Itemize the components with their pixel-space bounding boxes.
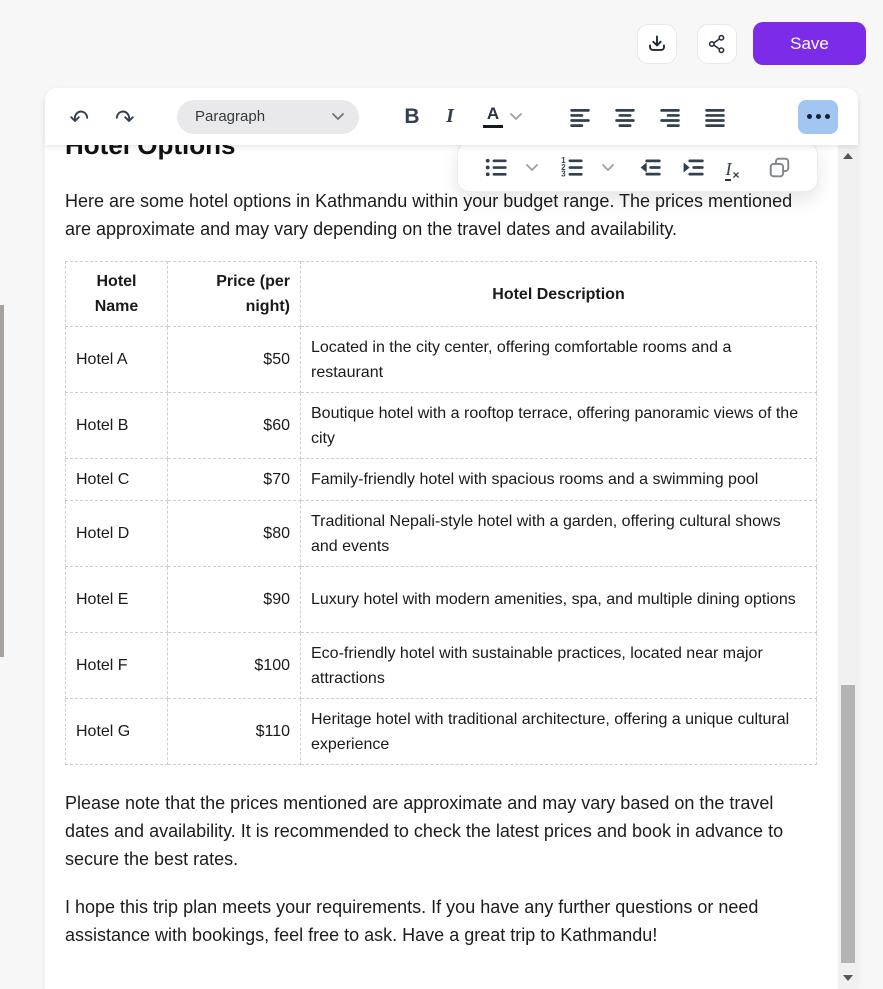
- undo-button[interactable]: [68, 105, 92, 129]
- table-row: Hotel A $50 Located in the city center, …: [66, 327, 817, 393]
- align-left-icon: [567, 104, 593, 130]
- chevron-down-icon: [331, 111, 345, 122]
- save-button[interactable]: Save: [753, 22, 866, 65]
- cell-description: Located in the city center, offering com…: [301, 327, 817, 393]
- redo-icon: [112, 105, 136, 129]
- bold-icon: B: [404, 105, 419, 129]
- download-icon: [645, 32, 669, 56]
- cell-hotel-name: Hotel D: [66, 501, 168, 567]
- intro-paragraph: Here are some hotel options in Kathmandu…: [65, 187, 817, 243]
- table-row: Hotel C $70 Family-friendly hotel with s…: [66, 459, 817, 501]
- toolbar-overflow-panel: 1 2 3: [457, 142, 818, 192]
- numbered-list-icon: 1 2 3: [559, 154, 586, 181]
- editor-toolbar: Paragraph B I A: [45, 88, 858, 145]
- italic-button[interactable]: I: [439, 102, 461, 132]
- scrollbar-thumb[interactable]: [841, 685, 855, 963]
- align-left-button[interactable]: [567, 104, 593, 130]
- cell-hotel-name: Hotel E: [66, 567, 168, 633]
- bulleted-list-button[interactable]: [483, 154, 510, 181]
- font-color-icon: A: [487, 105, 499, 122]
- numbered-list-button[interactable]: 1 2 3: [559, 154, 586, 181]
- table-row: Hotel G $110 Heritage hotel with traditi…: [66, 699, 817, 765]
- outdent-icon: [637, 154, 664, 181]
- vertical-scrollbar[interactable]: [838, 145, 858, 989]
- justify-button[interactable]: [702, 104, 728, 130]
- outdent-button[interactable]: [637, 154, 664, 181]
- chevron-down-icon: [509, 111, 523, 122]
- document-editing-area[interactable]: Hotel Options Here are some hotel option…: [45, 88, 838, 989]
- paragraph-style-label: Paragraph: [195, 108, 331, 125]
- table-row: Hotel D $80 Traditional Nepali-style hot…: [66, 501, 817, 567]
- chevron-down-icon: [525, 162, 539, 173]
- table-header-row: Hotel Name Price (per night) Hotel Descr…: [66, 262, 817, 327]
- table-row: Hotel E $90 Luxury hotel with modern ame…: [66, 567, 817, 633]
- undo-icon: [68, 105, 92, 129]
- chevron-down-icon: [601, 162, 615, 173]
- table-row: Hotel F $100 Eco-friendly hotel with sus…: [66, 633, 817, 699]
- paragraph-style-dropdown[interactable]: Paragraph: [177, 100, 359, 134]
- cell-description: Boutique hotel with a rooftop terrace, o…: [301, 393, 817, 459]
- cell-description: Heritage hotel with traditional architec…: [301, 699, 817, 765]
- copy-icon: [766, 154, 793, 181]
- remove-format-icon: I×: [725, 160, 739, 181]
- bulleted-list-icon: [483, 154, 510, 181]
- align-center-icon: [612, 104, 638, 130]
- redo-button[interactable]: [112, 105, 136, 129]
- font-color-button[interactable]: A: [483, 105, 503, 128]
- cell-description: Family-friendly hotel with spacious room…: [301, 459, 817, 501]
- editor-card: Hotel Options Here are some hotel option…: [45, 88, 858, 989]
- cell-description: Traditional Nepali-style hotel with a ga…: [301, 501, 817, 567]
- cell-description: Eco-friendly hotel with sustainable prac…: [301, 633, 817, 699]
- scroll-up-arrow[interactable]: [843, 153, 853, 159]
- copy-button[interactable]: [766, 154, 793, 181]
- indent-button[interactable]: [680, 154, 707, 181]
- indent-icon: [680, 154, 707, 181]
- closing-paragraph: I hope this trip plan meets your require…: [65, 893, 817, 949]
- cell-description: Luxury hotel with modern amenities, spa,…: [301, 567, 817, 633]
- cell-hotel-name: Hotel C: [66, 459, 168, 501]
- column-header-hotel-name: Hotel Name: [66, 262, 168, 327]
- hotel-options-table: Hotel Name Price (per night) Hotel Descr…: [65, 261, 817, 765]
- scroll-down-arrow[interactable]: [843, 975, 853, 981]
- background-window-edge: [0, 305, 4, 657]
- remove-format-button[interactable]: I×: [719, 154, 746, 181]
- share-button[interactable]: [697, 24, 737, 64]
- italic-icon: I: [446, 105, 454, 128]
- align-center-button[interactable]: [612, 104, 638, 130]
- align-right-button[interactable]: [657, 104, 683, 130]
- svg-text:3: 3: [561, 169, 566, 178]
- numbered-list-dropdown-arrow[interactable]: [594, 154, 621, 181]
- column-header-price: Price (per night): [168, 262, 301, 327]
- share-icon: [705, 32, 729, 56]
- note-paragraph: Please note that the prices mentioned ar…: [65, 789, 817, 873]
- cell-price: $100: [168, 633, 301, 699]
- column-header-description: Hotel Description: [301, 262, 817, 327]
- cell-hotel-name: Hotel B: [66, 393, 168, 459]
- cell-price: $50: [168, 327, 301, 393]
- justify-icon: [702, 104, 728, 130]
- more-button[interactable]: [798, 100, 838, 134]
- table-row: Hotel B $60 Boutique hotel with a roofto…: [66, 393, 817, 459]
- cell-hotel-name: Hotel A: [66, 327, 168, 393]
- cell-hotel-name: Hotel F: [66, 633, 168, 699]
- more-icon: [807, 114, 830, 119]
- bold-button[interactable]: B: [399, 102, 425, 132]
- font-color-swatch: [483, 125, 503, 128]
- cell-price: $80: [168, 501, 301, 567]
- bulleted-list-dropdown-arrow[interactable]: [518, 154, 545, 181]
- cell-price: $90: [168, 567, 301, 633]
- alignment-group: [567, 104, 728, 130]
- font-color-dropdown-arrow[interactable]: [509, 111, 523, 122]
- cell-price: $110: [168, 699, 301, 765]
- align-right-icon: [657, 104, 683, 130]
- download-button[interactable]: [637, 24, 677, 64]
- cell-price: $70: [168, 459, 301, 501]
- cell-hotel-name: Hotel G: [66, 699, 168, 765]
- cell-price: $60: [168, 393, 301, 459]
